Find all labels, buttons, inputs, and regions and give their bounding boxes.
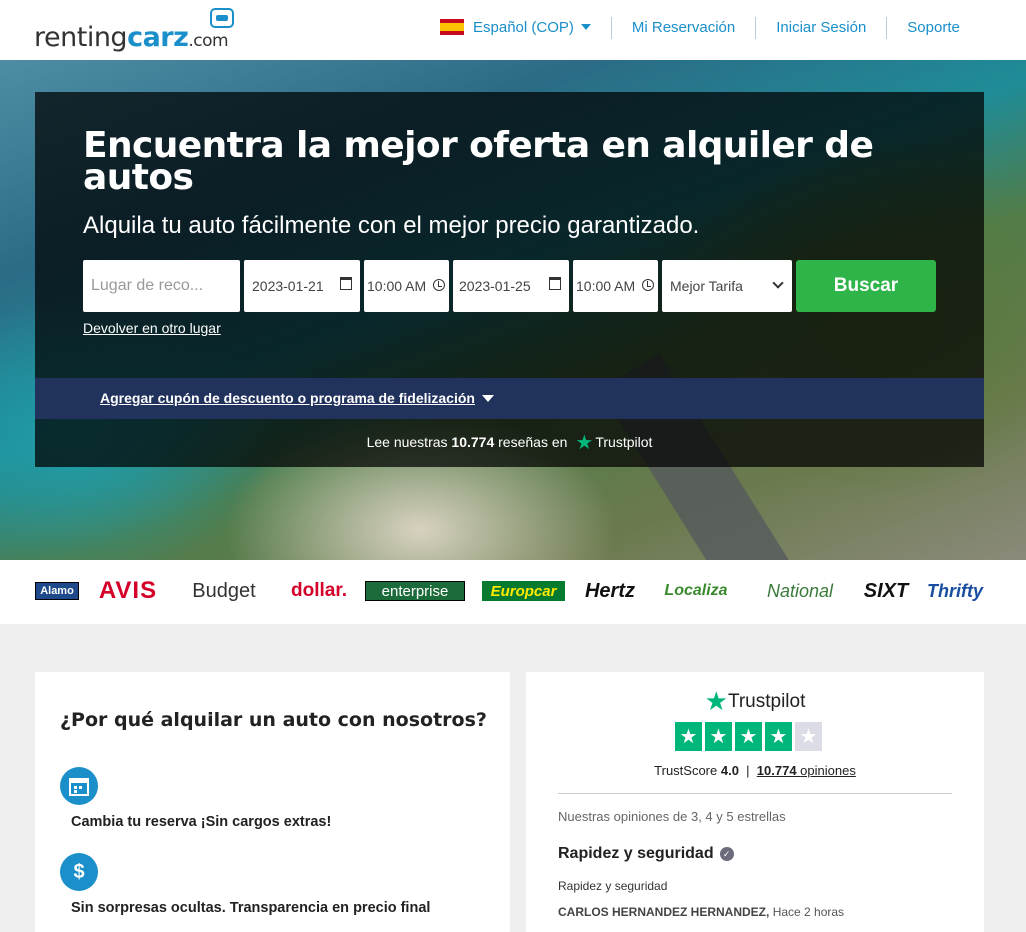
nav-support[interactable]: Soporte [887,17,980,39]
why-us-card: ¿Por qué alquilar un auto con nosotros? … [35,672,510,932]
review-title[interactable]: Rapidez y seguridad ✓ [558,845,734,863]
caret-down-icon [481,395,494,402]
hero-subtitle: Alquila tu auto fácilmente con el mejor … [83,212,700,239]
calendar-icon [549,277,561,290]
brand-logo-localiza: Localiza [664,582,728,599]
brand-logos-strip: Alamo AVIS Budget dollar. enterprise Eur… [0,560,1026,624]
star-filled-icon: ★ [675,722,702,751]
why-us-title: ¿Por qué alquilar un auto con nosotros? [60,709,487,731]
rating-stars: ★ ★ ★ ★ ★ [675,722,822,751]
return-date-input[interactable]: 2023-01-25 [453,260,569,312]
why-item-text: Cambia tu reserva ¡Sin cargos extras! [71,814,332,830]
top-nav: Español (COP) Mi Reservación Iniciar Ses… [420,17,980,39]
coupon-bar: Agregar cupón de descuento o programa de… [35,378,984,419]
coupon-toggle-link[interactable]: Agregar cupón de descuento o programa de… [100,390,494,406]
brand-logo-europcar: Europcar [482,581,565,601]
brand-logo-thrifty: Thrifty [927,580,983,601]
pickup-time-input[interactable]: 10:00 AM [364,260,449,312]
star-empty-icon: ★ [795,722,822,751]
brand-logo-budget: Budget [192,579,256,602]
calendar-icon [340,277,352,290]
star-filled-icon: ★ [735,722,762,751]
trustpilot-card: ★Trustpilot ★ ★ ★ ★ ★ TrustScore 4.0 | 1… [526,672,984,932]
dollar-icon: $ [60,853,98,891]
return-other-location-link[interactable]: Devolver en otro lugar [83,320,221,336]
brand-logo-sixt: SIXT [863,579,909,602]
brand-logo-alamo: Alamo [35,582,79,600]
reviews-caption: Nuestras opiniones de 3, 4 y 5 estrellas [558,809,786,824]
trustpilot-star-icon: ★ [575,432,594,454]
search-panel: Encuentra la mejor oferta en alquiler de… [35,92,984,467]
nav-my-reservation[interactable]: Mi Reservación [612,17,757,39]
chevron-down-icon [772,277,784,289]
return-time-input[interactable]: 10:00 AM [573,260,658,312]
why-item-text: Sin sorpresas ocultas. Transparencia en … [71,900,431,916]
pickup-location-input[interactable]: Lugar de reco... [83,260,240,312]
brand-logo-hertz: Hertz [584,579,635,602]
brand-logo-avis: AVIS [98,577,158,604]
hero-section: Encuentra la mejor oferta en alquiler de… [0,60,1026,560]
site-logo[interactable]: rentingcarz.com [34,8,254,54]
search-button[interactable]: Buscar [796,260,936,312]
clock-icon [642,279,654,291]
spain-flag-icon [440,19,464,35]
brand-logo-dollar: dollar. [291,580,347,601]
logo-text-carz: carz [127,22,189,53]
pickup-date-input[interactable]: 2023-01-21 [244,260,360,312]
calendar-icon [60,767,98,805]
site-header: rentingcarz.com Español (COP) Mi Reserva… [0,0,1026,60]
caret-down-icon [580,24,591,30]
trustpilot-reviews-line[interactable]: Lee nuestras 10.774 reseñas en ★ Trustpilo… [35,430,984,455]
verified-check-icon: ✓ [719,847,734,861]
trustpilot-star-icon: ★ [704,686,728,716]
nav-login[interactable]: Iniciar Sesión [756,17,888,39]
trustpilot-logo[interactable]: ★Trustpilot [526,686,984,717]
trustscore-line: TrustScore 4.0 | 10.774 opiniones [654,763,856,778]
divider [558,793,952,794]
hero-title: Encuentra la mejor oferta en alquiler de… [83,125,874,198]
review-body: Rapidez y seguridad [558,879,668,893]
clock-icon [433,279,445,291]
star-filled-icon: ★ [765,722,792,751]
review-author: CARLOS HERNANDEZ HERNANDEZ, Hace 2 horas [558,905,845,919]
rate-select[interactable]: Mejor Tarifa [662,260,792,312]
logo-text-renting: renting [34,22,128,53]
brand-logo-enterprise: enterprise [365,581,465,601]
logo-text-com: .com [188,31,229,51]
star-filled-icon: ★ [705,722,732,751]
reviews-count-link[interactable]: 10.774 opiniones [757,763,856,778]
brand-logo-national: National [766,580,834,601]
language-selector[interactable]: Español (COP) [420,17,612,39]
